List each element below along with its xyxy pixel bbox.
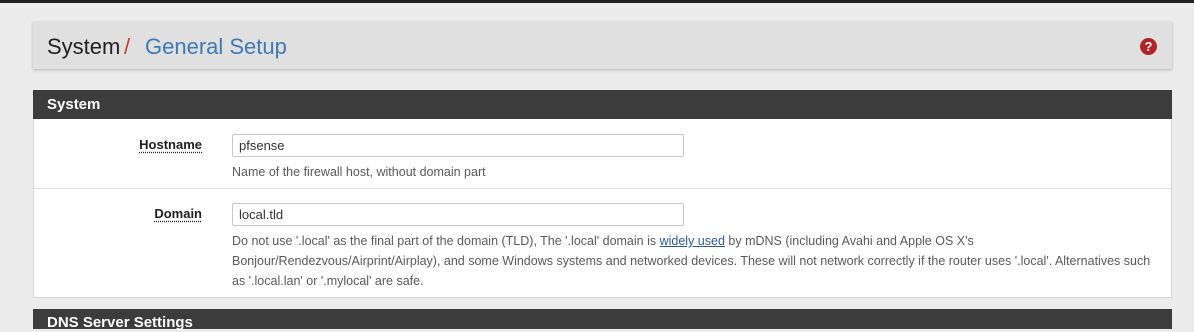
panel-title: DNS Server Settings xyxy=(47,314,193,331)
breadcrumb-root: System xyxy=(47,34,121,59)
domain-input[interactable] xyxy=(232,203,684,226)
breadcrumb-current-page[interactable]: General Setup xyxy=(145,34,287,60)
dns-server-settings-panel: DNS Server Settings xyxy=(33,309,1172,331)
hostname-label: Hostname xyxy=(139,137,202,152)
breadcrumb-separator: / xyxy=(124,34,131,59)
domain-row: Domain Do not use '.local' as the final … xyxy=(34,189,1171,297)
hostname-help-text: Name of the firewall host, without domai… xyxy=(232,165,486,179)
domain-help-before: Do not use '.local' as the final part of… xyxy=(232,234,660,248)
top-bar xyxy=(0,0,1194,3)
question-circle-icon[interactable]: ? xyxy=(1140,38,1157,55)
hostname-row: Hostname Name of the firewall host, with… xyxy=(34,119,1171,189)
domain-label: Domain xyxy=(154,206,202,221)
hostname-input[interactable] xyxy=(232,134,684,157)
breadcrumb: System / General Setup ? xyxy=(33,22,1172,69)
domain-help-text: Do not use '.local' as the final part of… xyxy=(232,231,1162,291)
system-panel: System Hostname Name of the firewall hos… xyxy=(33,90,1172,298)
widely-used-link[interactable]: widely used xyxy=(660,234,725,248)
panel-title: System xyxy=(33,90,1172,119)
